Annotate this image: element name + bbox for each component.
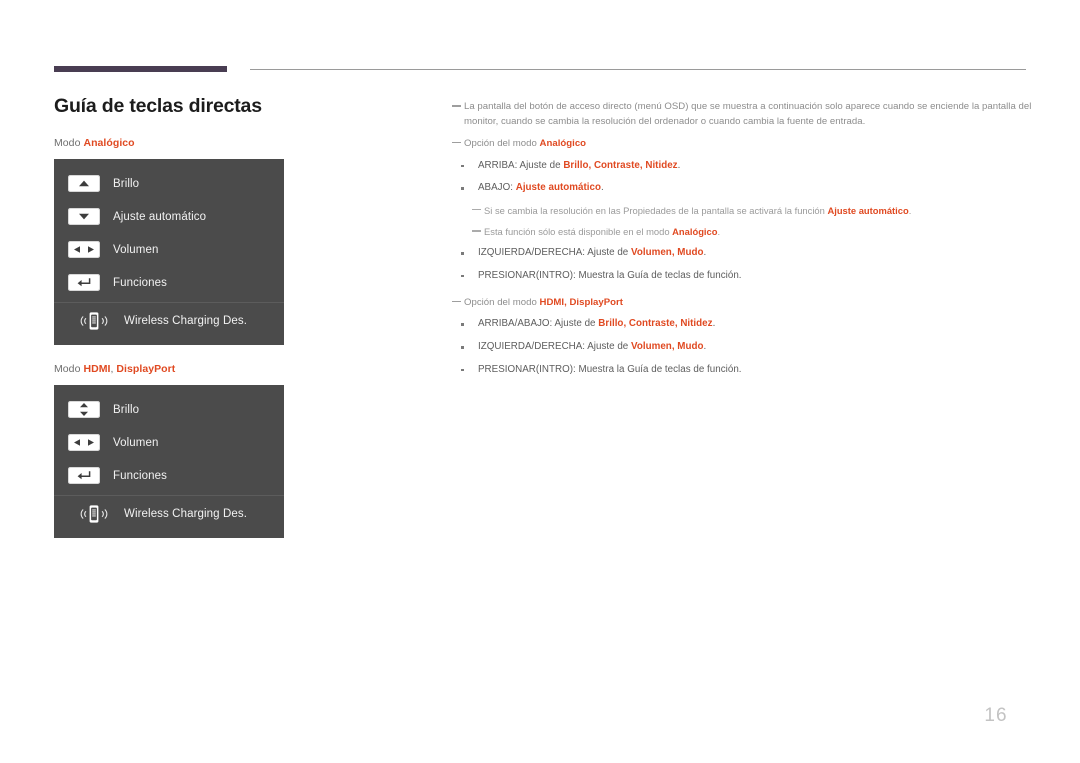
bullet-izq-analog-pre: IZQUIERDA/DERECHA: Ajuste de	[478, 247, 632, 259]
osd-label-brillo-analog: Brillo	[113, 177, 140, 190]
bullet-izquierda-derecha-analog: IZQUIERDA/DERECHA: Ajuste de Volumen, Mu…	[452, 246, 1032, 261]
bullet-abajo-analog: ABAJO: Ajuste automático.	[452, 181, 1032, 196]
bullet-izq-analog-hl: Volumen, Mudo	[631, 247, 704, 259]
bullet-arriba-abajo-digital: ARRIBA/ABAJO: Ajuste de Brillo, Contrast…	[452, 317, 1032, 332]
osd-label-volumen-analog: Volumen	[113, 243, 159, 256]
subnote-resolucion-post: .	[908, 204, 912, 216]
osd-label-brillo-digital: Brillo	[113, 403, 140, 416]
osd-panel-digital: Brillo Volumen Funciones Wireless Chargi…	[54, 385, 284, 539]
osd-row-wireless-charging-digital[interactable]: Wireless Charging Des.	[54, 495, 284, 532]
bullet-izq-digital-pre: IZQUIERDA/DERECHA: Ajuste de	[478, 341, 632, 353]
bullet-presionar-intro-analog: PRESIONAR(INTRO): Muestra la Guía de tec…	[452, 269, 1032, 284]
bullet-presionar-analog-pre: PRESIONAR(INTRO): Muestra la Guía de tec…	[478, 269, 742, 281]
arrow-left-right-icon[interactable]	[68, 434, 100, 452]
bullet-arriba-abajo-post: .	[712, 318, 716, 330]
note-digital-highlight: HDMI, DisplayPort	[539, 296, 624, 308]
osd-label-wireless-charging-analog: Wireless Charging Des.	[124, 315, 247, 328]
osd-label-ajuste-automatico: Ajuste automático	[113, 210, 207, 223]
note-analog-mode-option: Opción del modo Analógico	[452, 137, 1032, 152]
enter-return-icon[interactable]	[68, 274, 100, 292]
osd-row-volumen-analog[interactable]: Volumen	[54, 233, 284, 266]
osd-row-funciones-analog[interactable]: Funciones	[54, 266, 284, 299]
bullet-arriba-analog-post: .	[677, 159, 681, 171]
osd-row-funciones-digital[interactable]: Funciones	[54, 459, 284, 492]
bullet-arriba-abajo-pre: ARRIBA/ABAJO: Ajuste de	[478, 318, 599, 330]
note-analog-highlight: Analógico	[539, 137, 587, 149]
arrow-left-right-icon[interactable]	[68, 241, 100, 259]
mode-label-digital-prefix: Modo	[54, 363, 81, 376]
mode-label-digital-value-hdmi: HDMI	[83, 363, 111, 376]
analog-option-group: Opción del modo Analógico ARRIBA: Ajuste…	[452, 137, 1032, 284]
header-divider-line	[250, 69, 1026, 70]
subnote-funcion-solo-analogico: Esta función sólo está disponible en el …	[472, 225, 1032, 239]
osd-label-volumen-digital: Volumen	[113, 436, 159, 449]
subnote-solo-post: .	[717, 226, 721, 238]
bullet-arriba-analog: ARRIBA: Ajuste de Brillo, Contraste, Nit…	[452, 159, 1032, 174]
subnote-solo-pre: Esta función sólo está disponible en el …	[484, 226, 673, 238]
bullet-abajo-analog-post: .	[600, 182, 604, 194]
bullet-presionar-digital-pre: PRESIONAR(INTRO): Muestra la Guía de tec…	[478, 363, 742, 375]
bullet-arriba-analog-hl: Brillo, Contraste, Nitidez	[563, 159, 678, 171]
mode-label-digital-value-displayport: DisplayPort	[116, 363, 176, 376]
osd-label-wireless-charging-digital: Wireless Charging Des.	[124, 508, 247, 521]
bullet-abajo-analog-pre: ABAJO:	[478, 182, 516, 194]
digital-option-group: Opción del modo HDMI, DisplayPort ARRIBA…	[452, 296, 1032, 378]
subnote-resolucion-pre: Si se cambia la resolución en las Propie…	[484, 204, 828, 216]
bullet-izq-digital-post: .	[703, 341, 707, 353]
bullet-arriba-analog-pre: ARRIBA: Ajuste de	[478, 159, 564, 171]
osd-label-funciones-digital: Funciones	[113, 469, 167, 482]
bullet-izquierda-derecha-digital: IZQUIERDA/DERECHA: Ajuste de Volumen, Mu…	[452, 340, 1032, 355]
osd-row-brillo-analog[interactable]: Brillo	[54, 167, 284, 200]
osd-row-ajuste-automatico[interactable]: Ajuste automático	[54, 200, 284, 233]
wireless-charging-icon	[78, 503, 110, 525]
bullet-arriba-abajo-hl: Brillo, Contraste, Nitidez	[598, 318, 713, 330]
note-digital-mode-option: Opción del modo HDMI, DisplayPort	[452, 296, 1032, 311]
mode-label-analog: Modo Analógico	[54, 137, 414, 149]
arrow-up-icon[interactable]	[68, 175, 100, 193]
osd-row-wireless-charging-analog[interactable]: Wireless Charging Des.	[54, 302, 284, 339]
osd-row-brillo-digital[interactable]: Brillo	[54, 393, 284, 426]
bullet-izq-digital-hl: Volumen, Mudo	[631, 341, 704, 353]
page-number: 16	[984, 705, 1008, 726]
subnote-solo-hl: Analógico	[672, 226, 718, 238]
header-accent-bar	[54, 66, 227, 72]
right-column: La pantalla del botón de acceso directo …	[452, 100, 1032, 385]
mode-label-analog-prefix: Modo	[54, 137, 81, 150]
bullet-abajo-analog-hl: Ajuste automático	[515, 182, 601, 194]
page-header-rules	[0, 0, 1080, 80]
subnote-resolucion-propiedades: Si se cambia la resolución en las Propie…	[472, 204, 1032, 218]
page-title: Guía de teclas directas	[54, 95, 262, 117]
subnote-resolucion-hl: Ajuste automático	[827, 204, 909, 216]
mode-label-digital: Modo HDMI, DisplayPort	[54, 363, 176, 376]
osd-row-volumen-digital[interactable]: Volumen	[54, 426, 284, 459]
mode-label-analog-value: Analógico	[83, 137, 135, 150]
bullet-izq-analog-post: .	[703, 247, 707, 259]
note-analog-prefix: Opción del modo	[464, 137, 540, 149]
wireless-charging-icon	[78, 310, 110, 332]
note-digital-prefix: Opción del modo	[464, 296, 540, 308]
bullet-presionar-intro-digital: PRESIONAR(INTRO): Muestra la Guía de tec…	[452, 363, 1032, 378]
osd-label-funciones-analog: Funciones	[113, 276, 167, 289]
note-osd-intro: La pantalla del botón de acceso directo …	[452, 100, 1032, 130]
enter-return-icon[interactable]	[68, 467, 100, 485]
left-column: Guía de teclas directas Modo Analógico B…	[54, 95, 414, 556]
osd-panel-analog: Brillo Ajuste automático Volumen Funcion…	[54, 159, 284, 346]
arrow-down-icon[interactable]	[68, 208, 100, 226]
arrow-up-down-icon[interactable]	[68, 401, 100, 419]
